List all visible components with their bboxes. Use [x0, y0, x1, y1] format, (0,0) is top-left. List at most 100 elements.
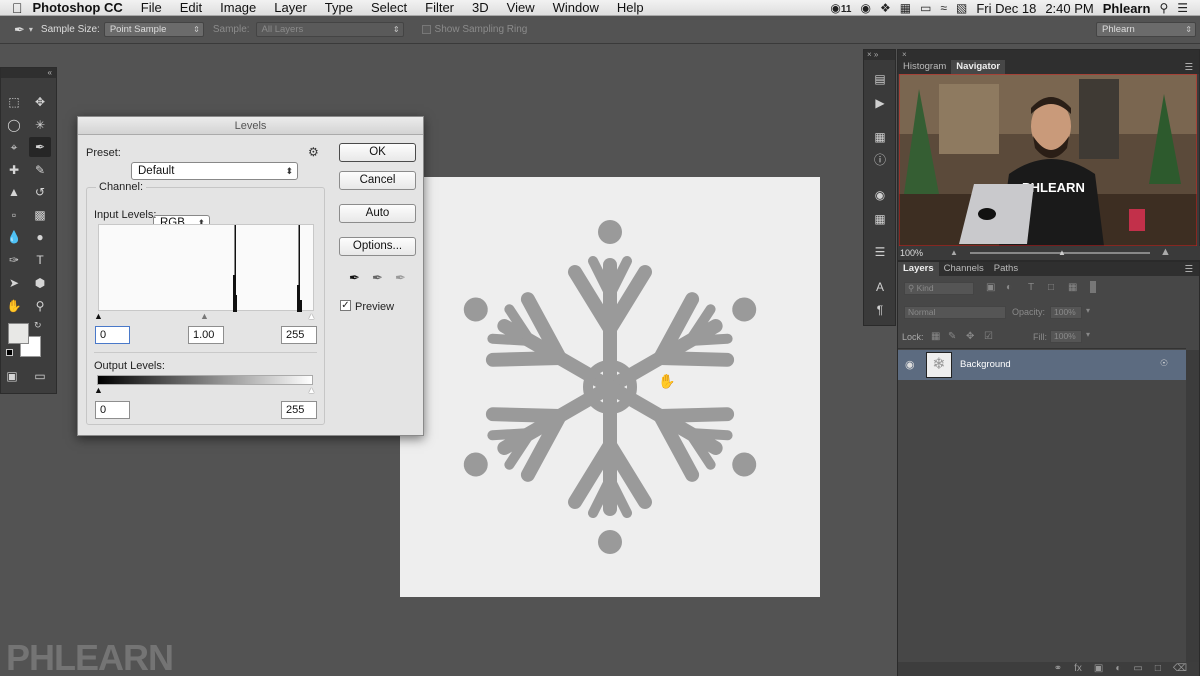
color-panel-icon[interactable]: ◉: [871, 186, 889, 204]
fill-chevron-icon[interactable]: ▾: [1086, 330, 1090, 339]
menu-help[interactable]: Help: [608, 0, 653, 16]
levels-dialog-title[interactable]: Levels: [78, 117, 423, 135]
crop-tool-icon[interactable]: ⌖: [3, 137, 25, 157]
tools-panel-header[interactable]: «: [1, 68, 56, 78]
output-white-field[interactable]: 255: [281, 401, 317, 419]
fill-field[interactable]: 100%: [1050, 330, 1082, 343]
lock-transparent-icon[interactable]: ▦: [931, 331, 940, 342]
quick-mask-icon[interactable]: ▣: [1, 366, 23, 386]
screen-mode-icon[interactable]: ▭: [29, 366, 51, 386]
layer-filter-kind-dropdown[interactable]: ⚲ Kind: [904, 282, 974, 295]
show-sampling-ring-checkbox[interactable]: [421, 25, 431, 34]
battery-icon[interactable]: ▧: [956, 1, 967, 15]
filter-smart-object-icon[interactable]: ▦: [1068, 282, 1077, 293]
type-tool-icon[interactable]: T: [29, 250, 51, 270]
preset-dropdown[interactable]: Default: [131, 162, 298, 180]
airplay-icon[interactable]: ▭: [920, 1, 931, 15]
input-black-slider-handle[interactable]: ▲: [94, 311, 103, 321]
opacity-chevron-icon[interactable]: ▾: [1086, 306, 1090, 315]
info-panel-icon[interactable]: ⓘ: [871, 151, 889, 169]
tool-preset-chevron-icon[interactable]: ▾: [29, 25, 33, 34]
options-button[interactable]: Options...: [339, 237, 416, 256]
layers-scrollbar[interactable]: [1186, 350, 1199, 662]
filter-shape-icon[interactable]: □: [1048, 282, 1054, 293]
puzzle-icon[interactable]: ▦: [900, 1, 911, 15]
move-tool-icon[interactable]: ✥: [29, 92, 51, 112]
dock-header[interactable]: × »: [864, 50, 895, 60]
notification-center-icon[interactable]: ☰: [1177, 1, 1188, 15]
wifi-icon[interactable]: ≈: [940, 1, 947, 15]
shape-tool-icon[interactable]: ⬢: [29, 273, 51, 293]
blur-tool-icon[interactable]: 💧: [3, 227, 25, 247]
adjustments-panel-icon[interactable]: ☰: [871, 243, 889, 261]
record-icon[interactable]: ◉: [860, 1, 870, 15]
output-black-field[interactable]: 0: [95, 401, 130, 419]
menu-filter[interactable]: Filter: [416, 0, 463, 16]
ok-button[interactable]: OK: [339, 143, 416, 162]
path-selection-tool-icon[interactable]: ➤: [3, 273, 25, 293]
menubar-time[interactable]: 2:40 PM: [1045, 1, 1093, 16]
navigator-zoom-field[interactable]: 100%: [900, 248, 923, 258]
zoom-in-icon[interactable]: ▲: [1160, 245, 1171, 259]
apple-icon[interactable]: : [0, 0, 31, 16]
zoom-out-icon[interactable]: ▲: [950, 246, 958, 260]
healing-brush-tool-icon[interactable]: ✚: [3, 160, 25, 180]
filter-toggle[interactable]: [1090, 281, 1096, 293]
menu-type[interactable]: Type: [316, 0, 362, 16]
zoom-slider-handle[interactable]: ▲: [1058, 246, 1066, 260]
black-point-eyedropper-icon[interactable]: ✒: [349, 270, 360, 286]
workspace-dropdown[interactable]: Phlearn: [1096, 22, 1196, 37]
sample-size-dropdown[interactable]: Point Sample: [103, 22, 204, 37]
menu-view[interactable]: View: [498, 0, 544, 16]
lock-pixels-icon[interactable]: ✎: [948, 331, 956, 342]
menu-image[interactable]: Image: [211, 0, 265, 16]
tab-channels[interactable]: Channels: [939, 262, 989, 276]
menu-3d[interactable]: 3D: [463, 0, 498, 16]
auto-button[interactable]: Auto: [339, 204, 416, 223]
gradient-tool-icon[interactable]: ▩: [29, 205, 51, 225]
layer-visibility-eye-icon[interactable]: ◉: [905, 358, 915, 371]
marquee-tool-icon[interactable]: ⬚: [3, 92, 25, 112]
default-colors-icon[interactable]: [6, 349, 13, 356]
blend-mode-dropdown[interactable]: Normal: [904, 306, 1006, 319]
lock-position-icon[interactable]: ✥: [966, 331, 974, 342]
link-layers-icon[interactable]: ⚭: [1054, 662, 1062, 676]
tab-navigator[interactable]: Navigator: [951, 60, 1006, 74]
input-white-slider-handle[interactable]: ▲: [307, 311, 316, 321]
menu-layer[interactable]: Layer: [265, 0, 316, 16]
output-levels-slider[interactable]: ▲ ▲: [94, 385, 318, 395]
input-levels-slider[interactable]: ▲ ▲ ▲: [94, 311, 318, 321]
dodge-tool-icon[interactable]: ●: [29, 227, 51, 247]
panel-menu-icon[interactable]: ☰: [1184, 62, 1199, 73]
eyedropper-tool-icon[interactable]: ✒: [29, 137, 51, 157]
tab-paths[interactable]: Paths: [989, 262, 1023, 276]
eyedropper-tool-icon[interactable]: ✒: [14, 22, 25, 38]
magic-wand-tool-icon[interactable]: ✳: [29, 115, 51, 135]
history-panel-icon[interactable]: ▤: [871, 70, 889, 88]
cancel-button[interactable]: Cancel: [339, 171, 416, 190]
lock-all-icon[interactable]: ☑: [984, 331, 993, 342]
menu-edit[interactable]: Edit: [171, 0, 211, 16]
menubar-date[interactable]: Fri Dec 18: [976, 1, 1036, 16]
actions-panel-icon[interactable]: ▶: [871, 94, 889, 112]
opacity-field[interactable]: 100%: [1050, 306, 1082, 319]
preset-options-gear-icon[interactable]: ⚙: [308, 145, 319, 159]
navigator-panel-header[interactable]: ×: [898, 50, 1199, 60]
brush-tool-icon[interactable]: ✎: [29, 160, 51, 180]
tab-histogram[interactable]: Histogram: [898, 60, 951, 74]
dropbox-icon[interactable]: ❖: [880, 1, 891, 15]
history-brush-tool-icon[interactable]: ↺: [29, 182, 51, 202]
creative-cloud-icon[interactable]: ◉11: [830, 1, 851, 15]
menu-window[interactable]: Window: [544, 0, 608, 16]
filter-type-icon[interactable]: T: [1028, 282, 1034, 293]
properties-panel-icon[interactable]: ▦: [871, 128, 889, 146]
pen-tool-icon[interactable]: ✑: [3, 250, 25, 270]
zoom-tool-icon[interactable]: ⚲: [29, 296, 51, 316]
output-white-slider-handle[interactable]: ▲: [307, 385, 316, 395]
new-adjustment-layer-icon[interactable]: ◐: [1115, 662, 1121, 676]
add-mask-icon[interactable]: ▣: [1094, 662, 1103, 676]
new-layer-icon[interactable]: □: [1155, 662, 1161, 676]
delete-layer-icon[interactable]: ⌫: [1173, 662, 1187, 676]
swatches-panel-icon[interactable]: ▦: [871, 210, 889, 228]
collapse-icon[interactable]: «: [48, 68, 52, 77]
